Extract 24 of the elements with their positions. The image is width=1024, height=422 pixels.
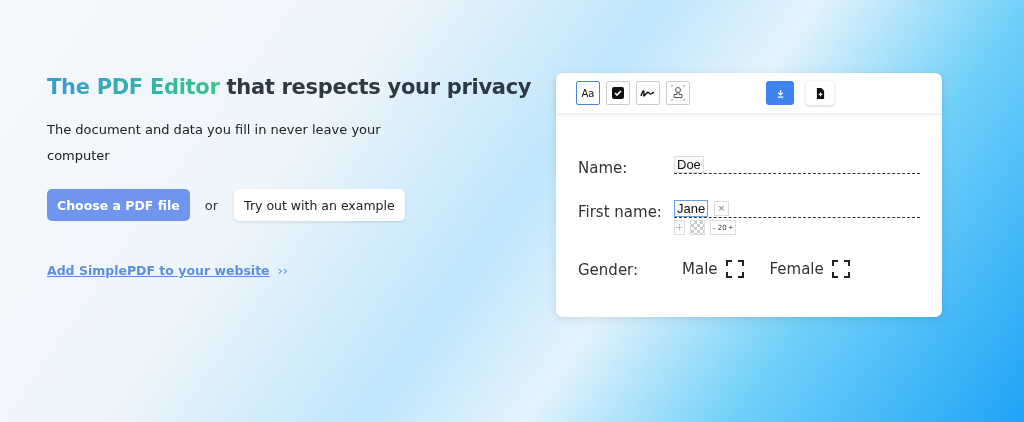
signature-icon	[640, 87, 656, 99]
add-page-button[interactable]	[806, 81, 834, 105]
subtitle: The document and data you fill in never leave your computer	[47, 121, 382, 165]
headline: The PDF Editor that respects your privacy	[47, 75, 532, 99]
text-field[interactable]: Jane	[674, 199, 709, 217]
option-label: Male	[682, 260, 718, 278]
chevron-icon: ››	[277, 263, 288, 278]
field-label: Name:	[578, 158, 629, 177]
text-field[interactable]: Doe	[674, 155, 704, 173]
decrease-button[interactable]: -	[712, 223, 717, 232]
download-icon	[775, 88, 785, 98]
example-button[interactable]: Try out with an example	[234, 189, 405, 221]
stamp-icon	[670, 85, 686, 101]
field-label: Gender:	[578, 260, 640, 279]
option-label: Female	[769, 260, 824, 278]
download-button[interactable]	[766, 81, 794, 105]
field-label: First name:	[578, 202, 663, 221]
increase-button[interactable]: +	[727, 223, 735, 232]
close-button[interactable]: ×	[714, 200, 729, 216]
or-label: or	[204, 197, 219, 213]
checkbox-field[interactable]	[725, 260, 744, 278]
add-page-icon	[815, 87, 825, 99]
checkmark-icon	[611, 86, 625, 100]
checkbox-field[interactable]	[831, 260, 850, 278]
